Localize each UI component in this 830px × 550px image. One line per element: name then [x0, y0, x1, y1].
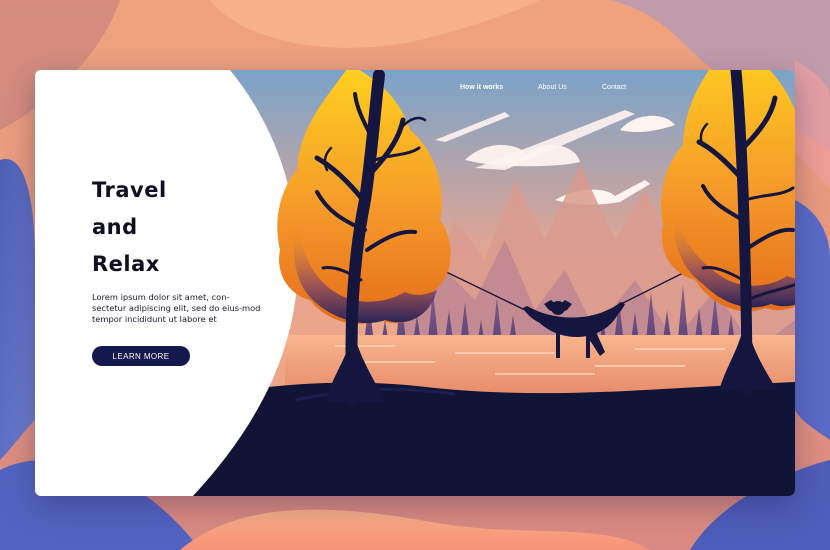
- learn-more-button[interactable]: LEARN MORE: [92, 346, 190, 366]
- hero-title-line: Travel: [92, 178, 167, 202]
- hero-title-line: and: [92, 215, 138, 239]
- hero-description: Lorem ipsum dolor sit amet, con-sectetur…: [92, 292, 261, 324]
- blob-left-blue: [0, 159, 35, 460]
- hero-title: Travel and Relax: [92, 172, 167, 283]
- nav-how-it-works[interactable]: How it works: [460, 84, 503, 91]
- nav-contact[interactable]: Contact: [602, 84, 626, 91]
- ground: [193, 382, 795, 496]
- nav-about-us[interactable]: About Us: [538, 84, 567, 91]
- hero-illustration: [193, 70, 795, 496]
- blob-right-blue: [795, 200, 830, 440]
- landing-page-card: How it works About Us Contact Travel and…: [35, 70, 795, 496]
- hero-title-line: Relax: [92, 252, 160, 276]
